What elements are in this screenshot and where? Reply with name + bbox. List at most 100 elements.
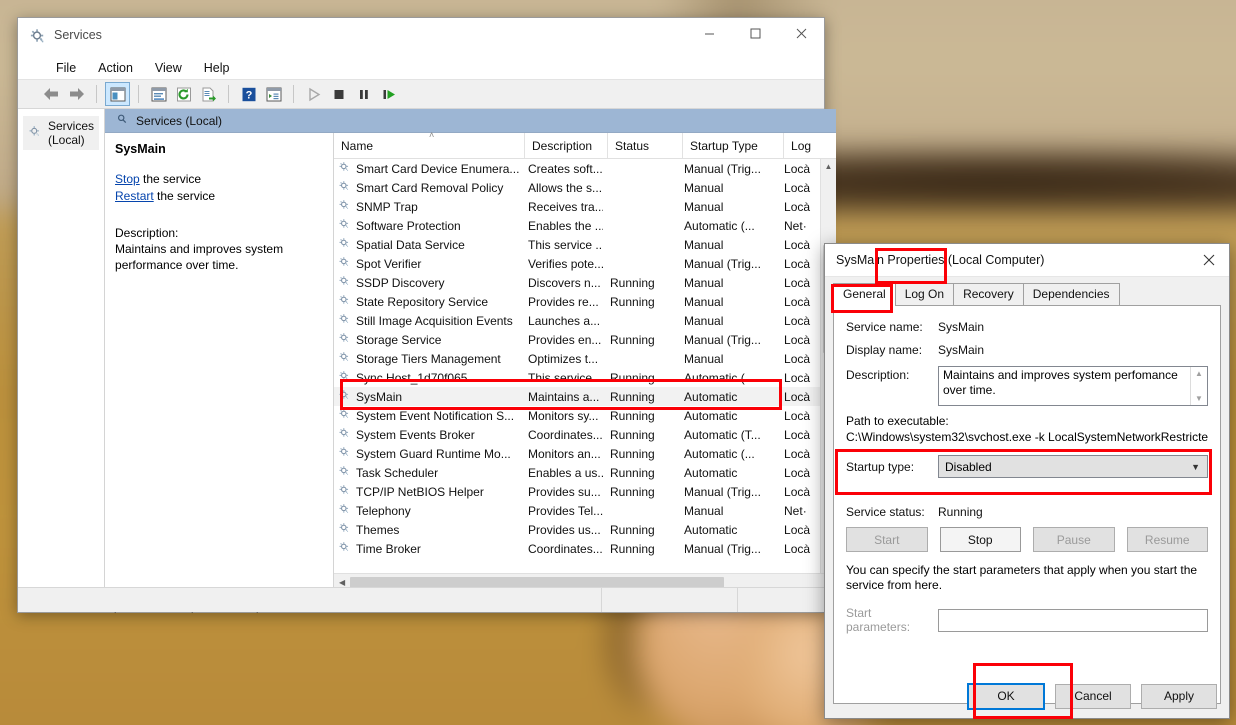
description-value: Maintains and improves system perfomance… (943, 368, 1178, 397)
service-gear-icon (338, 484, 351, 500)
table-row[interactable]: Smart Card Removal Policy Allows the s...… (334, 178, 820, 197)
tab-general[interactable]: General (833, 283, 896, 306)
menu-help[interactable]: Help (193, 59, 241, 77)
column-header-description[interactable]: Description (525, 133, 609, 158)
table-row[interactable]: Smart Card Device Enumera... Creates soft… (334, 159, 820, 178)
cell-startup-type: Manual (Trig... (684, 484, 761, 499)
menu-view[interactable]: View (144, 59, 193, 77)
menu-file[interactable]: File (45, 59, 87, 77)
table-row[interactable]: Storage Service Provides en... Running Manu… (334, 330, 820, 349)
scroll-down-icon[interactable]: ▼ (1195, 394, 1203, 403)
table-row[interactable]: SNMP Trap Receives tra... Manual Locà (334, 197, 820, 216)
table-row[interactable]: Time Broker Coordinates... Running Manual (… (334, 539, 820, 558)
hscroll-thumb[interactable] (350, 576, 725, 588)
table-row[interactable]: Software Protection Enables the ... Automa… (334, 216, 820, 235)
table-row[interactable]: TCP/IP NetBIOS Helper Provides su... Runni… (334, 482, 820, 501)
service-gear-icon (338, 465, 351, 481)
ok-button[interactable]: OK (967, 682, 1045, 710)
cell-startup-type: Manual (Trig... (684, 161, 761, 176)
stop-service-action[interactable]: Stop the service (115, 171, 323, 187)
window-title: Services (54, 28, 102, 42)
table-row[interactable]: Spot Verifier Verifies pote... Manual (Tri… (334, 254, 820, 273)
export-list-icon[interactable] (197, 83, 220, 105)
table-row[interactable]: Telephony Provides Tel... Manual Net· (334, 501, 820, 520)
cancel-button[interactable]: Cancel (1055, 683, 1131, 709)
table-row[interactable]: System Guard Runtime Mo... Monitors an...… (334, 444, 820, 463)
stop-button[interactable]: Stop (939, 527, 1021, 552)
scroll-up-icon[interactable]: ▲ (1195, 369, 1203, 378)
cell-log-on-as: Locà (784, 427, 811, 442)
cell-log-on-as: Locà (784, 446, 811, 461)
restart-link[interactable]: Restart (115, 189, 154, 203)
dialog-title-properties-word: Properties (887, 253, 945, 267)
back-arrow-icon[interactable] (40, 83, 63, 105)
table-row[interactable]: System Events Broker Coordinates... Runnin… (334, 425, 820, 444)
stop-link[interactable]: Stop (115, 172, 140, 186)
cell-log-on-as: Locà (784, 351, 811, 366)
cell-log-on-as: Locà (784, 370, 811, 385)
cell-log-on-as: Locà (784, 180, 811, 195)
results-pane: Services (Local) SysMain Stop the servic… (105, 109, 837, 614)
cell-description: Enables the ... (528, 218, 604, 233)
tree-item-services-local[interactable]: Services (Local) (23, 116, 100, 150)
table-row[interactable]: Storage Tiers Management Optimizes t... Ma… (334, 349, 820, 368)
cell-name: System Events Broker (334, 427, 521, 443)
cell-description: Optimizes t... (528, 351, 599, 366)
maximize-button[interactable] (732, 18, 778, 49)
cell-log-on-as: Locà (784, 161, 811, 176)
forward-arrow-icon[interactable] (65, 83, 88, 105)
table-row[interactable]: State Repository Service Provides re... Ru… (334, 292, 820, 311)
scroll-up-icon[interactable]: ▲ (821, 159, 836, 174)
tab-recovery[interactable]: Recovery (953, 283, 1024, 305)
help-icon[interactable]: ? (237, 83, 260, 105)
column-header-status[interactable]: Status (608, 133, 684, 158)
minimize-button[interactable] (686, 18, 732, 49)
close-button[interactable] (778, 18, 824, 49)
cell-name: Software Protection (334, 218, 521, 234)
table-row[interactable]: Sync Host_1d70f065 This service ... Runnin… (334, 368, 820, 387)
tab-log-on[interactable]: Log On (894, 283, 955, 305)
path-to-executable-label: Path to executable: (846, 414, 949, 428)
show-hide-action-pane-icon[interactable] (262, 83, 285, 105)
restart-service-icon[interactable] (377, 83, 400, 105)
stop-service-icon[interactable] (327, 83, 350, 105)
description-scrollbar[interactable]: ▲ ▼ (1190, 367, 1207, 405)
table-row[interactable]: Themes Provides us... Running Automatic Locà (334, 520, 820, 539)
cell-log-on-as: Locà (784, 237, 811, 252)
column-header-name[interactable]: ˄ Name (334, 130, 526, 158)
cell-name: Smart Card Removal Policy (334, 180, 521, 196)
cell-name: Task Scheduler (334, 465, 521, 481)
apply-button[interactable]: Apply (1141, 683, 1217, 709)
column-header-log-on-as[interactable]: Log (784, 133, 827, 158)
table-row[interactable]: SysMain Maintains a... Running Automatic Loc… (334, 387, 821, 406)
pause-button[interactable]: Pause (1033, 527, 1115, 552)
dialog-close-button[interactable] (1189, 244, 1229, 275)
services-list: ˄ Name Description Status Startup Type L… (333, 130, 837, 590)
startup-type-select[interactable]: Disabled ▼ (938, 455, 1208, 478)
menu-action[interactable]: Action (87, 59, 144, 77)
tab-dependencies[interactable]: Dependencies (1022, 283, 1120, 305)
resume-button[interactable]: Resume (1126, 527, 1208, 552)
table-row[interactable]: Task Scheduler Enables a us... Running Auto… (334, 463, 820, 482)
cell-status: Running (610, 446, 655, 461)
table-row[interactable]: SSDP Discovery Discovers n... Running Manua… (334, 273, 820, 292)
cell-status: Running (610, 465, 655, 480)
table-row[interactable]: Still Image Acquisition Events Launches a… (334, 311, 820, 330)
table-row[interactable]: System Event Notification S... Monitors s… (334, 406, 820, 425)
field-description: Description: Maintains and improves syst… (846, 366, 1208, 406)
start-service-icon[interactable] (302, 83, 325, 105)
restart-service-action[interactable]: Restart the service (115, 188, 323, 204)
pause-service-icon[interactable] (352, 83, 375, 105)
svg-text:?: ? (245, 89, 252, 101)
column-header-startup-type[interactable]: Startup Type (683, 133, 785, 158)
cell-startup-type: Manual (684, 180, 724, 195)
show-hide-console-tree-icon[interactable] (105, 82, 130, 106)
cell-log-on-as: Locà (784, 256, 811, 271)
description-textarea[interactable]: Maintains and improves system perfomance… (938, 366, 1208, 406)
properties-icon[interactable] (147, 83, 170, 105)
start-button[interactable]: Start (846, 527, 928, 552)
table-row[interactable]: Spatial Data Service This service ... Manu… (334, 235, 820, 254)
cell-log-on-as: Locà (784, 465, 811, 480)
start-parameters-input[interactable] (938, 608, 1208, 632)
refresh-icon[interactable] (172, 83, 195, 105)
